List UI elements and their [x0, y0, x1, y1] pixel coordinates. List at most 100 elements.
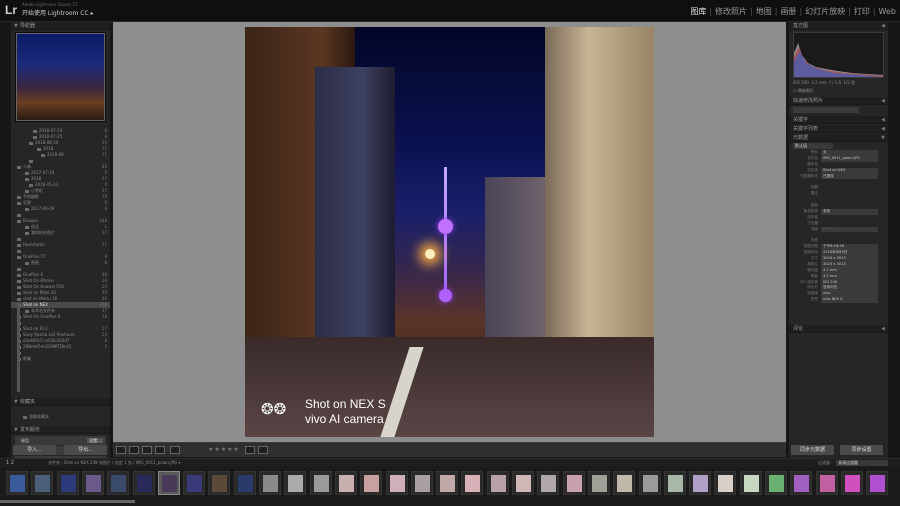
- main-photo[interactable]: ❂❂ Shot on NEX S vivo AI camera: [245, 27, 654, 437]
- filmstrip-thumbnail[interactable]: [81, 471, 104, 495]
- thumbnail-image: [769, 475, 784, 492]
- module-tab-2[interactable]: 地图: [756, 7, 772, 16]
- survey-view-icon[interactable]: [155, 446, 165, 454]
- module-separator: |: [750, 7, 753, 16]
- module-tab-0[interactable]: 图库: [690, 7, 706, 16]
- publish-hard-drive[interactable]: 硬盘 设置...: [15, 436, 106, 445]
- filmstrip-scrollbar[interactable]: [0, 500, 135, 503]
- filmstrip-thumbnail[interactable]: [107, 471, 130, 495]
- module-tab-5[interactable]: 打印: [854, 7, 870, 16]
- filmstrip-thumbnail[interactable]: [284, 471, 307, 495]
- filmstrip-thumbnail[interactable]: [334, 471, 357, 495]
- thumbnail-image: [718, 475, 734, 492]
- module-tab-1[interactable]: 修改照片: [715, 7, 747, 16]
- filmstrip-thumbnail[interactable]: [840, 471, 863, 495]
- export-button[interactable]: 导出...: [64, 445, 107, 455]
- filmstrip-thumbnail[interactable]: [562, 471, 585, 495]
- compare-view-icon[interactable]: [142, 446, 152, 454]
- metadata-preset-select[interactable]: 默认值: [793, 143, 833, 149]
- comments-header[interactable]: 评论 ◀: [789, 325, 888, 333]
- collapse-triangle-icon: ▼: [14, 23, 18, 29]
- thumbnail-image: [667, 475, 683, 492]
- filmstrip-thumbnail[interactable]: [613, 471, 636, 495]
- sync-metadata-button[interactable]: 同步元数据: [791, 445, 834, 455]
- quick-develop-preset[interactable]: [793, 107, 859, 113]
- thumbnail-image: [237, 475, 253, 492]
- filmstrip-thumbnail[interactable]: [765, 471, 787, 495]
- filmstrip-thumbnail[interactable]: [486, 471, 509, 495]
- navigator-label: 导航器: [20, 23, 36, 29]
- filter-select[interactable]: 关闭过滤器: [836, 460, 888, 466]
- filmstrip-thumbnail[interactable]: [259, 471, 281, 495]
- left-panel-scrollbar[interactable]: [17, 302, 20, 392]
- loupe-view-icon[interactable]: [129, 446, 139, 454]
- title-caret-icon: ▸: [90, 10, 94, 17]
- identity-plate[interactable]: 开始使用 Lightroom CC ▸: [22, 8, 94, 17]
- import-button[interactable]: 导入...: [13, 445, 56, 455]
- folder-row[interactable]: 影集: [11, 356, 110, 362]
- filmstrip-thumbnail[interactable]: [436, 471, 459, 495]
- metadata-header[interactable]: 元数据 ▼: [789, 134, 888, 142]
- navigator-header[interactable]: ▼ 导航器: [11, 22, 110, 30]
- folder-icon: [25, 231, 29, 235]
- quick-develop-header[interactable]: 快速修改照片 ◀: [789, 97, 888, 105]
- filmstrip-thumbnail[interactable]: [663, 471, 686, 495]
- grid-view-icon[interactable]: [116, 446, 126, 454]
- filmstrip-thumbnail[interactable]: [31, 471, 54, 495]
- filmstrip-thumbnail[interactable]: [537, 471, 560, 495]
- filmstrip-thumbnail[interactable]: [714, 471, 737, 495]
- filmstrip-thumbnail[interactable]: [790, 471, 813, 495]
- module-tab-4[interactable]: 幻灯片放映: [805, 7, 845, 16]
- publish-services-header[interactable]: ▼ 发布服务: [11, 426, 110, 434]
- filmstrip-thumbnail[interactable]: [385, 471, 408, 495]
- filmstrip-thumbnail[interactable]: [309, 471, 332, 495]
- folder-label: 手机摄影: [23, 194, 39, 199]
- rotate-left-icon[interactable]: [245, 446, 255, 454]
- folder-icon: [25, 261, 29, 265]
- filmstrip-thumbnail[interactable]: [739, 471, 762, 495]
- filmstrip-thumbnail[interactable]: [360, 471, 383, 495]
- sync-settings-button[interactable]: 同步设置: [840, 445, 883, 455]
- filmstrip-thumbnail[interactable]: [6, 471, 28, 495]
- filmstrip-source-path[interactable]: 文件夹 : Shot on NEX 238 张照片 / 选定 1 张 / IMG…: [48, 460, 180, 466]
- thumbnail-image: [819, 475, 835, 492]
- thumbnail-image: [743, 475, 759, 492]
- original-photo-checkbox[interactable]: ☐ 原始照片: [793, 88, 884, 94]
- module-tab-6[interactable]: Web: [879, 7, 896, 16]
- filmstrip-thumbnail[interactable]: [512, 471, 534, 495]
- filmstrip-thumbnail[interactable]: [866, 471, 889, 495]
- filmstrip-thumbnail[interactable]: [689, 471, 712, 495]
- thumbnail-image: [338, 475, 354, 492]
- filmstrip-thumbnail[interactable]: [461, 471, 484, 495]
- filmstrip-thumbnail[interactable]: [410, 471, 433, 495]
- rotate-right-icon[interactable]: [258, 446, 268, 454]
- filmstrip-thumbnail[interactable]: [132, 471, 155, 495]
- collapse-triangle-icon: ◀: [881, 23, 885, 29]
- histogram-chart: [794, 43, 883, 77]
- loupe-view[interactable]: ❂❂ Shot on NEX S vivo AI camera: [113, 22, 786, 442]
- filmstrip-thumbnail[interactable]: [638, 471, 661, 495]
- keywording-header[interactable]: 关键字 ◀: [789, 116, 888, 124]
- filmstrip-thumbnail[interactable]: [208, 471, 231, 495]
- filmstrip-thumbnail[interactable]: [587, 471, 610, 495]
- collection-item[interactable]: 智能收藏夹: [11, 414, 110, 420]
- filmstrip-thumbnail[interactable]: [233, 471, 256, 495]
- collapse-triangle-icon: ◀: [881, 117, 885, 123]
- thumbnail-image: [591, 475, 607, 492]
- module-tab-3[interactable]: 画册: [780, 7, 796, 16]
- histogram[interactable]: [793, 32, 884, 78]
- keyword-list-header[interactable]: 关键字列表 ◀: [789, 125, 888, 133]
- navigator-preview[interactable]: [15, 32, 106, 122]
- module-separator: |: [872, 7, 876, 16]
- filmstrip-thumbnail[interactable]: [815, 471, 838, 495]
- publish-setup-button[interactable]: 设置...: [87, 438, 103, 443]
- folder-label: 小黑柜: [31, 188, 43, 193]
- painter-icon[interactable]: [170, 446, 180, 454]
- histogram-header[interactable]: 直方图 ◀: [789, 22, 888, 30]
- rating-stars[interactable]: ★★★★★: [208, 446, 240, 453]
- filmstrip-thumbnail[interactable]: [157, 471, 180, 495]
- filmstrip-thumbnail[interactable]: [56, 471, 79, 495]
- filmstrip-thumbnail[interactable]: [183, 471, 206, 495]
- collections-header[interactable]: ▼ 收藏夹: [11, 398, 110, 406]
- secondary-window-buttons[interactable]: 1 2: [6, 460, 14, 466]
